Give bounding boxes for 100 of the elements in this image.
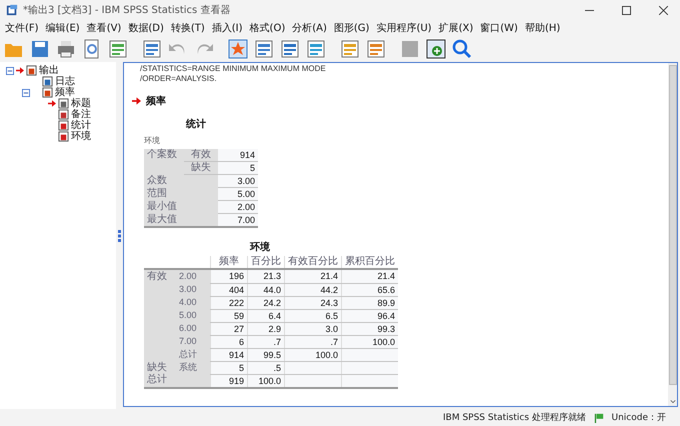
syntax-line: /ORDER=ANALYSIS.	[140, 74, 218, 84]
row-label: 3.00	[179, 284, 197, 294]
document-icon	[58, 109, 69, 120]
table-cell: 65.6	[377, 284, 395, 294]
document-icon	[58, 98, 69, 109]
table-cell: 2.00	[218, 200, 258, 214]
table-title: 环境	[250, 240, 270, 254]
row-label: 7.00	[179, 336, 197, 346]
row-label: 2.00	[179, 271, 197, 281]
table-cell: 27	[234, 324, 244, 334]
table-cell: 2.9	[268, 324, 281, 334]
table-cell: 3.0	[325, 324, 338, 334]
syntax-line: /STATISTICS=RANGE MINIMUM MAXIMUM MODE	[140, 64, 327, 74]
table-cell: 3.00	[218, 174, 258, 188]
table-cell: 100.0	[315, 350, 338, 360]
flag-icon	[594, 412, 604, 422]
row-label: 范围	[147, 188, 167, 199]
table-cell: 96.4	[377, 310, 395, 320]
menu-item[interactable]: 查看(V)	[86, 21, 122, 35]
table-cell: .7	[330, 336, 338, 346]
outline-item[interactable]: 备注	[71, 109, 91, 120]
outline-item[interactable]: 输出	[39, 65, 59, 76]
document-icon	[58, 131, 69, 142]
save-icon[interactable]	[30, 39, 50, 59]
table-cell: 404	[228, 284, 244, 294]
outline-item[interactable]: 日志	[55, 76, 75, 87]
scroll-down-icon[interactable]	[670, 399, 676, 404]
table-cell: 99.3	[377, 324, 395, 334]
menu-item[interactable]: 扩展(X)	[438, 21, 474, 35]
table-cell: 59	[234, 310, 244, 320]
table-cell: 99.5	[263, 350, 281, 360]
table-cell: 24.3	[320, 298, 338, 308]
arrow-icon	[48, 100, 56, 107]
print-icon[interactable]	[56, 39, 76, 59]
row-label: 6.00	[179, 323, 197, 333]
window-title: *输出3 [文档3] - IBM SPSS Statistics 查看器	[23, 4, 232, 17]
row-label: 众数	[147, 175, 167, 186]
menu-item[interactable]: 实用程序(U)	[376, 21, 432, 35]
row-label: 总计	[179, 349, 197, 359]
table-cell: 44.2	[320, 284, 338, 294]
menu-item[interactable]: 文件(F)	[5, 21, 39, 35]
table-cell: 6.5	[325, 310, 338, 320]
row-label: 最大值	[147, 214, 177, 225]
table-cell: 7.00	[218, 214, 258, 227]
splitter-handle[interactable]	[118, 230, 121, 242]
table-cell: 196	[228, 271, 244, 282]
table-cell: .5	[273, 362, 281, 372]
outline-item[interactable]: 统计	[71, 120, 91, 131]
arrow-icon	[16, 67, 24, 74]
table-cell: 914	[228, 350, 244, 360]
table-caption: 环境	[144, 135, 160, 146]
table-cell: 222	[228, 298, 244, 308]
collapse-icon[interactable]	[6, 66, 14, 74]
table-cell: 21.4	[320, 271, 338, 282]
menu-item[interactable]: 数据(D)	[128, 21, 164, 35]
menu-item[interactable]: 插入(I)	[212, 21, 243, 35]
table-cell: 44.0	[263, 284, 281, 294]
table-cell: .7	[273, 336, 281, 346]
status-message: IBM SPSS Statistics 处理程序就绪	[443, 412, 586, 424]
add-icon[interactable]	[426, 39, 446, 59]
table-cell: 5	[218, 162, 258, 174]
menu-item[interactable]: 帮助(H)	[524, 21, 560, 35]
outline-item[interactable]: 标题	[71, 98, 91, 109]
table-cell: 914	[218, 149, 258, 162]
encoding-status: Unicode：开	[612, 412, 666, 424]
row-label: 4.00	[179, 297, 197, 307]
app-icon	[6, 4, 18, 16]
search-icon[interactable]	[452, 39, 472, 59]
maximize-icon[interactable]	[622, 6, 631, 14]
section-heading: 频率	[146, 94, 166, 108]
row-label: 缺失	[147, 362, 167, 372]
table-cell: 100.0	[372, 336, 395, 346]
close-icon[interactable]	[659, 6, 668, 14]
menu-item[interactable]: 图形(G)	[334, 21, 370, 35]
row-label: 有效	[147, 270, 167, 282]
row-label: 有效	[191, 149, 211, 160]
table-cell: 6	[238, 336, 244, 346]
menu-item[interactable]: 窗口(W)	[480, 21, 518, 35]
table-cell: 21.3	[263, 271, 281, 282]
outline-item[interactable]: 频率	[55, 87, 75, 98]
row-label: 个案数	[147, 149, 177, 160]
outline-item[interactable]: 环境	[71, 131, 91, 142]
collapse-icon[interactable]	[22, 88, 30, 96]
table-cell: 6.4	[268, 310, 281, 320]
document-icon	[58, 120, 69, 131]
menu-item[interactable]: 转换(T)	[170, 21, 205, 35]
scroll-thumb[interactable]	[668, 65, 676, 385]
table-cell: 5	[238, 362, 244, 372]
row-label: 5.00	[179, 310, 197, 320]
menu-item[interactable]: 编辑(E)	[46, 21, 80, 35]
row-label: 总计	[147, 374, 167, 386]
row-label: 最小值	[147, 201, 177, 212]
row-label: 缺失	[191, 162, 211, 173]
table-cell: 21.4	[377, 271, 395, 282]
row-label: 系统	[179, 362, 197, 372]
menu-item[interactable]: 分析(A)	[292, 21, 327, 35]
table-title: 统计	[186, 118, 206, 131]
table-cell: 919	[228, 376, 244, 386]
menu-item[interactable]: 格式(O)	[250, 21, 286, 35]
table-cell: 5.00	[218, 188, 258, 200]
